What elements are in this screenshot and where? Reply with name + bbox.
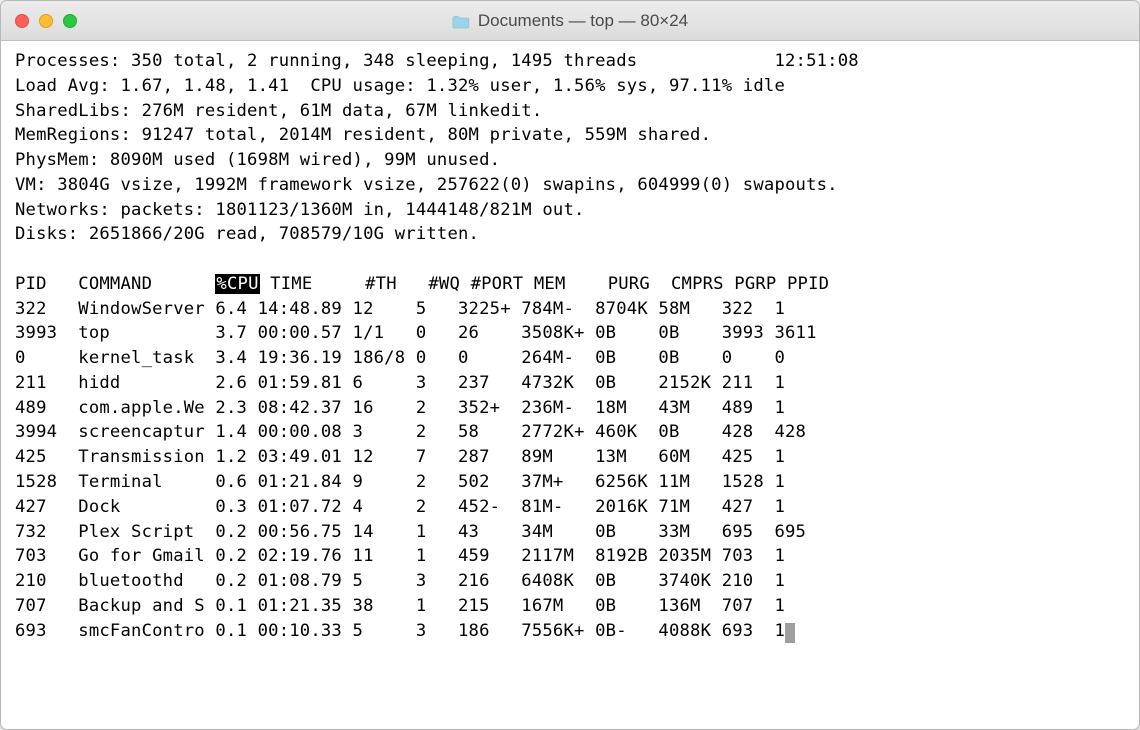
table-row: 425 Transmission 1.2 03:49.01 12 7 287 8… xyxy=(15,447,785,467)
table-row: 427 Dock 0.3 01:07.72 4 2 452- 81M- 2016… xyxy=(15,497,785,517)
sort-column-cpu: %CPU xyxy=(215,274,259,294)
stat-networks: Networks: packets: 1801123/1360M in, 144… xyxy=(15,200,585,220)
table-row: 693 smcFanContro 0.1 00:10.33 5 3 186 75… xyxy=(15,621,785,641)
table-header: PID COMMAND %CPU TIME #TH #WQ #PORT MEM … xyxy=(15,272,1127,297)
table-row: 0 kernel_task 3.4 19:36.19 186/8 0 0 264… xyxy=(15,348,785,368)
table-row: 210 bluetoothd 0.2 01:08.79 5 3 216 6408… xyxy=(15,571,785,591)
titlebar[interactable]: Documents — top — 80×24 xyxy=(1,1,1139,41)
close-icon[interactable] xyxy=(15,14,29,28)
table-row: 732 Plex Script 0.2 00:56.75 14 1 43 34M… xyxy=(15,522,806,542)
stat-processes: Processes: 350 total, 2 running, 348 sle… xyxy=(15,51,859,71)
table-row: 3994 screencaptur 1.4 00:00.08 3 2 58 27… xyxy=(15,422,806,442)
stat-memregions: MemRegions: 91247 total, 2014M resident,… xyxy=(15,125,711,145)
stat-vm: VM: 3804G vsize, 1992M framework vsize, … xyxy=(15,175,838,195)
window-title: Documents — top — 80×24 xyxy=(452,11,688,31)
terminal-content[interactable]: Processes: 350 total, 2 running, 348 sle… xyxy=(1,41,1139,651)
minimize-icon[interactable] xyxy=(39,14,53,28)
folder-icon xyxy=(452,14,470,28)
table-row: 322 WindowServer 6.4 14:48.89 12 5 3225+… xyxy=(15,299,785,319)
stat-loadavg: Load Avg: 1.67, 1.48, 1.41 CPU usage: 1.… xyxy=(15,76,785,96)
terminal-window: Documents — top — 80×24 Processes: 350 t… xyxy=(0,0,1140,730)
table-row: 211 hidd 2.6 01:59.81 6 3 237 4732K 0B 2… xyxy=(15,373,785,393)
stat-physmem: PhysMem: 8090M used (1698M wired), 99M u… xyxy=(15,150,500,170)
window-controls xyxy=(1,14,77,28)
stat-sharedlibs: SharedLibs: 276M resident, 61M data, 67M… xyxy=(15,101,542,121)
window-title-text: Documents — top — 80×24 xyxy=(478,11,688,31)
table-row: 703 Go for Gmail 0.2 02:19.76 11 1 459 2… xyxy=(15,546,785,566)
table-row: 489 com.apple.We 2.3 08:42.37 16 2 352+ … xyxy=(15,398,785,418)
table-row: 3993 top 3.7 00:00.57 1/1 0 26 3508K+ 0B… xyxy=(15,323,817,343)
table-row: 1528 Terminal 0.6 01:21.84 9 2 502 37M+ … xyxy=(15,472,785,492)
zoom-icon[interactable] xyxy=(63,14,77,28)
stat-disks: Disks: 2651866/20G read, 708579/10G writ… xyxy=(15,224,479,244)
cursor xyxy=(785,623,795,643)
table-row: 707 Backup and S 0.1 01:21.35 38 1 215 1… xyxy=(15,596,785,616)
